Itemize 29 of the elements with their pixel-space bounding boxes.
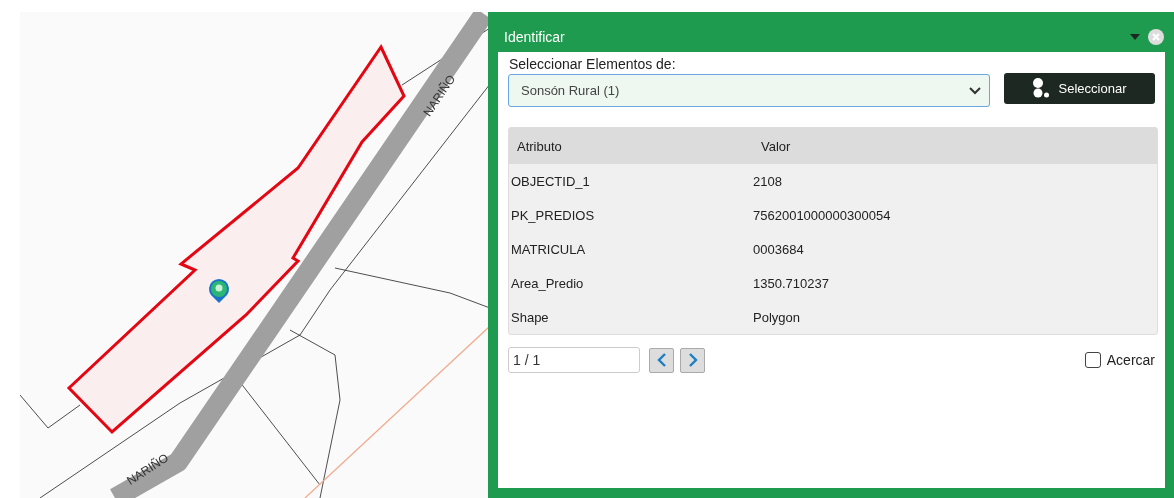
select-label: Seleccionar Elementos de: [509,56,677,72]
table-cell-text: Shape [510,309,550,325]
table-cell-text: 2108 [753,173,783,189]
column-header: Valor [760,138,792,154]
dialog-title: Identificar [504,29,566,45]
layer-dropdown[interactable]: Sonsón Rural (1) [508,74,990,107]
close-icon[interactable] [1148,29,1164,45]
table-cell-text: 1350.710237 [753,275,830,291]
chevron-down-icon [969,86,981,95]
zoom-checkbox[interactable] [1084,352,1101,368]
table-cell-text: PK_PREDIOS [510,207,596,223]
table-cell-text: OBJECTID_1 [510,173,591,189]
table-cell-text: Polygon [753,309,801,325]
chevron-left-icon [656,353,667,367]
table-cell-text: MATRICULA [510,241,587,257]
table-cell-text: Area_Predio [510,275,585,291]
chevron-right-icon [687,353,698,367]
caret-icon[interactable] [1130,34,1140,40]
column-header: Atributo [516,138,563,154]
checkbox-label[interactable]: Acercar [1106,352,1155,368]
previous-button[interactable] [649,347,674,373]
page-field[interactable]: 1 / 1 [508,347,640,373]
selected-parcel[interactable] [66,44,406,435]
dots-icon [1032,78,1049,98]
table-cell-text: 7562001000000300054 [753,207,892,223]
table-cell-text: 0003684 [753,241,805,257]
location-pin-icon[interactable] [209,279,229,303]
select-button[interactable]: Seleccionar [1004,72,1155,104]
next-button[interactable] [680,347,705,373]
